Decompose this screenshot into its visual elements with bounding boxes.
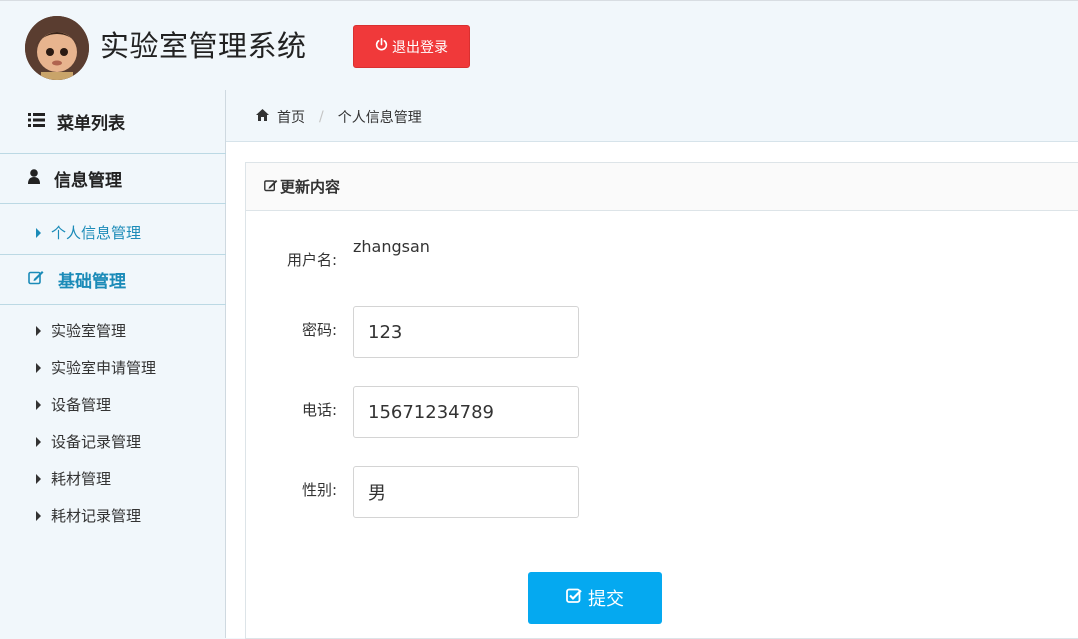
caret-right-icon [36,399,41,410]
caret-right-icon [36,325,41,336]
edit-icon [264,178,278,196]
update-panel: 更新内容 用户名: zhangsan 密码: 123 电话: 156712347… [245,162,1078,639]
sidebar-item-equipment-records[interactable]: 设备记录管理 [0,423,226,460]
home-icon [256,109,269,125]
sidebar-item-label: 实验室管理 [51,322,127,340]
user-icon [28,168,40,189]
caret-right-icon [36,362,41,373]
caret-right-icon [36,510,41,521]
sidebar-group-info[interactable]: 信息管理 [0,154,226,204]
password-field[interactable]: 123 [353,306,579,358]
phone-field[interactable]: 15671234789 [353,386,579,438]
phone-row: 电话: 15671234789 [246,386,1078,438]
sidebar-group-base[interactable]: 基础管理 [0,255,226,305]
sidebar: 菜单列表 信息管理 个人信息管理 基础管理 实验室管理 实验室申请管理 设备管理… [0,90,226,638]
logout-button[interactable]: 退出登录 [353,25,470,68]
sidebar-item-label: 实验室申请管理 [51,359,157,377]
sidebar-group-label: 基础管理 [58,272,126,292]
gender-label: 性别: [301,481,337,499]
caret-right-icon [36,436,41,447]
panel-title: 更新内容 [280,178,341,196]
submit-label: 提交 [588,589,624,610]
sidebar-item-label: 设备记录管理 [51,433,142,451]
sidebar-item-equipment[interactable]: 设备管理 [0,386,226,423]
check-square-icon [566,588,582,609]
sidebar-item-lab[interactable]: 实验室管理 [0,312,226,349]
top-header: 实验室管理系统 退出登录 [0,0,1078,90]
sidebar-group-label: 信息管理 [54,171,122,191]
breadcrumb-home[interactable]: 首页 [277,107,305,127]
app-title: 实验室管理系统 [100,29,307,63]
edit-icon [28,270,44,290]
sidebar-item-label: 耗材记录管理 [51,507,142,525]
password-label: 密码: [301,321,337,339]
username-label: 用户名: [286,251,337,269]
gender-row: 性别: 男 [246,466,1078,518]
sidebar-item-label: 个人信息管理 [51,224,142,242]
list-icon [28,112,45,132]
sidebar-item-consumables[interactable]: 耗材管理 [0,460,226,497]
power-icon [375,38,388,55]
submit-button[interactable]: 提交 [528,572,662,624]
content-area: 更新内容 用户名: zhangsan 密码: 123 电话: 156712347… [226,141,1078,639]
caret-right-icon [36,473,41,484]
avatar [25,16,89,80]
breadcrumb-separator: / [319,109,324,125]
password-row: 密码: 123 [246,306,1078,358]
sidebar-item-label: 耗材管理 [51,470,112,488]
main-content: 首页 / 个人信息管理 更新内容 用户名: zhangsan 密码: 123 电… [226,90,1078,639]
sidebar-item-personal-info[interactable]: 个人信息管理 [0,211,226,255]
gender-field[interactable]: 男 [353,466,579,518]
sidebar-item-label: 设备管理 [51,396,112,414]
logout-label: 退出登录 [392,39,448,56]
caret-right-icon [36,227,41,238]
username-row: 用户名: zhangsan [246,235,1078,287]
menu-title: 菜单列表 [57,114,125,134]
sidebar-item-lab-application[interactable]: 实验室申请管理 [0,349,226,386]
menu-header: 菜单列表 [0,90,226,154]
breadcrumb: 首页 / 个人信息管理 [256,106,422,128]
phone-label: 电话: [301,401,337,419]
breadcrumb-current: 个人信息管理 [337,110,422,126]
username-value: zhangsan [353,237,430,256]
panel-heading: 更新内容 [246,163,1078,211]
sidebar-item-consumable-records[interactable]: 耗材记录管理 [0,497,226,534]
